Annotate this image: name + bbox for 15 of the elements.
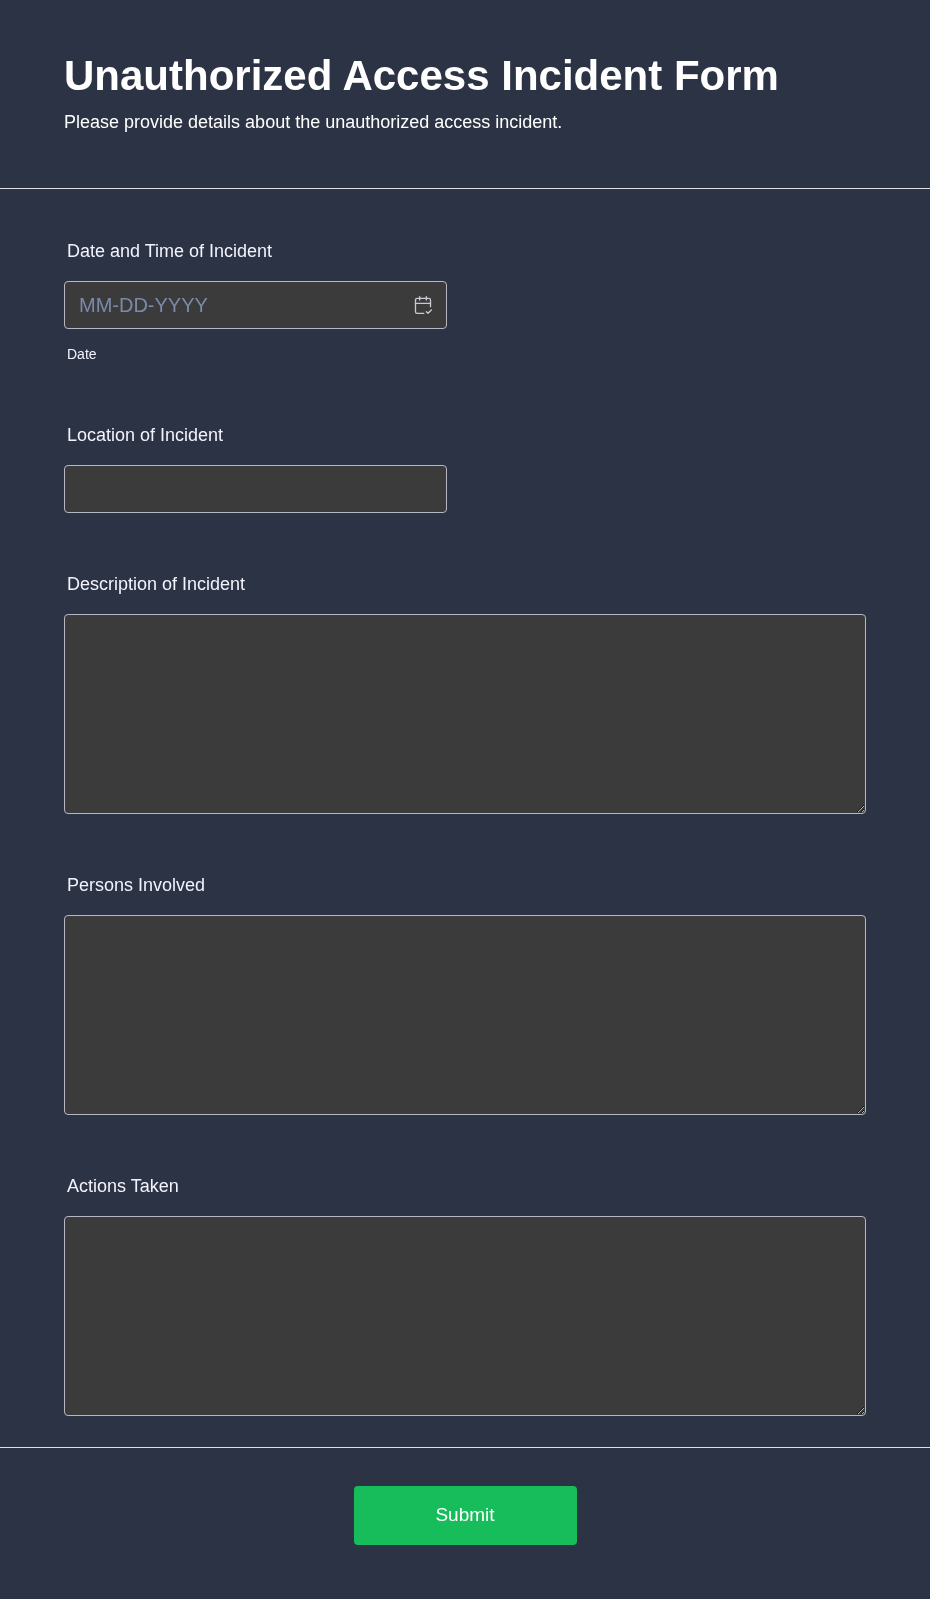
text-area[interactable] <box>64 915 866 1115</box>
form-subtitle: Please provide details about the unauthorized access incident. <box>64 111 564 134</box>
text-area[interactable] <box>64 1216 866 1416</box>
field-label: Actions Taken <box>67 1175 180 1198</box>
field-sublabel: Date <box>67 345 98 364</box>
submit-button[interactable]: Submit <box>353 1486 577 1545</box>
text-area[interactable] <box>64 614 866 814</box>
date-input[interactable]: MM-DD-YYYY <box>64 281 447 329</box>
text-input[interactable] <box>64 465 447 513</box>
form-title: Unauthorized Access Incident Form <box>64 51 780 101</box>
field-label: Persons Involved <box>67 874 207 897</box>
field-label: Date and Time of Incident <box>67 240 274 263</box>
field-label: Description of Incident <box>67 573 247 596</box>
calendar-icon[interactable] <box>413 295 433 315</box>
field-label: Location of Incident <box>67 424 225 447</box>
